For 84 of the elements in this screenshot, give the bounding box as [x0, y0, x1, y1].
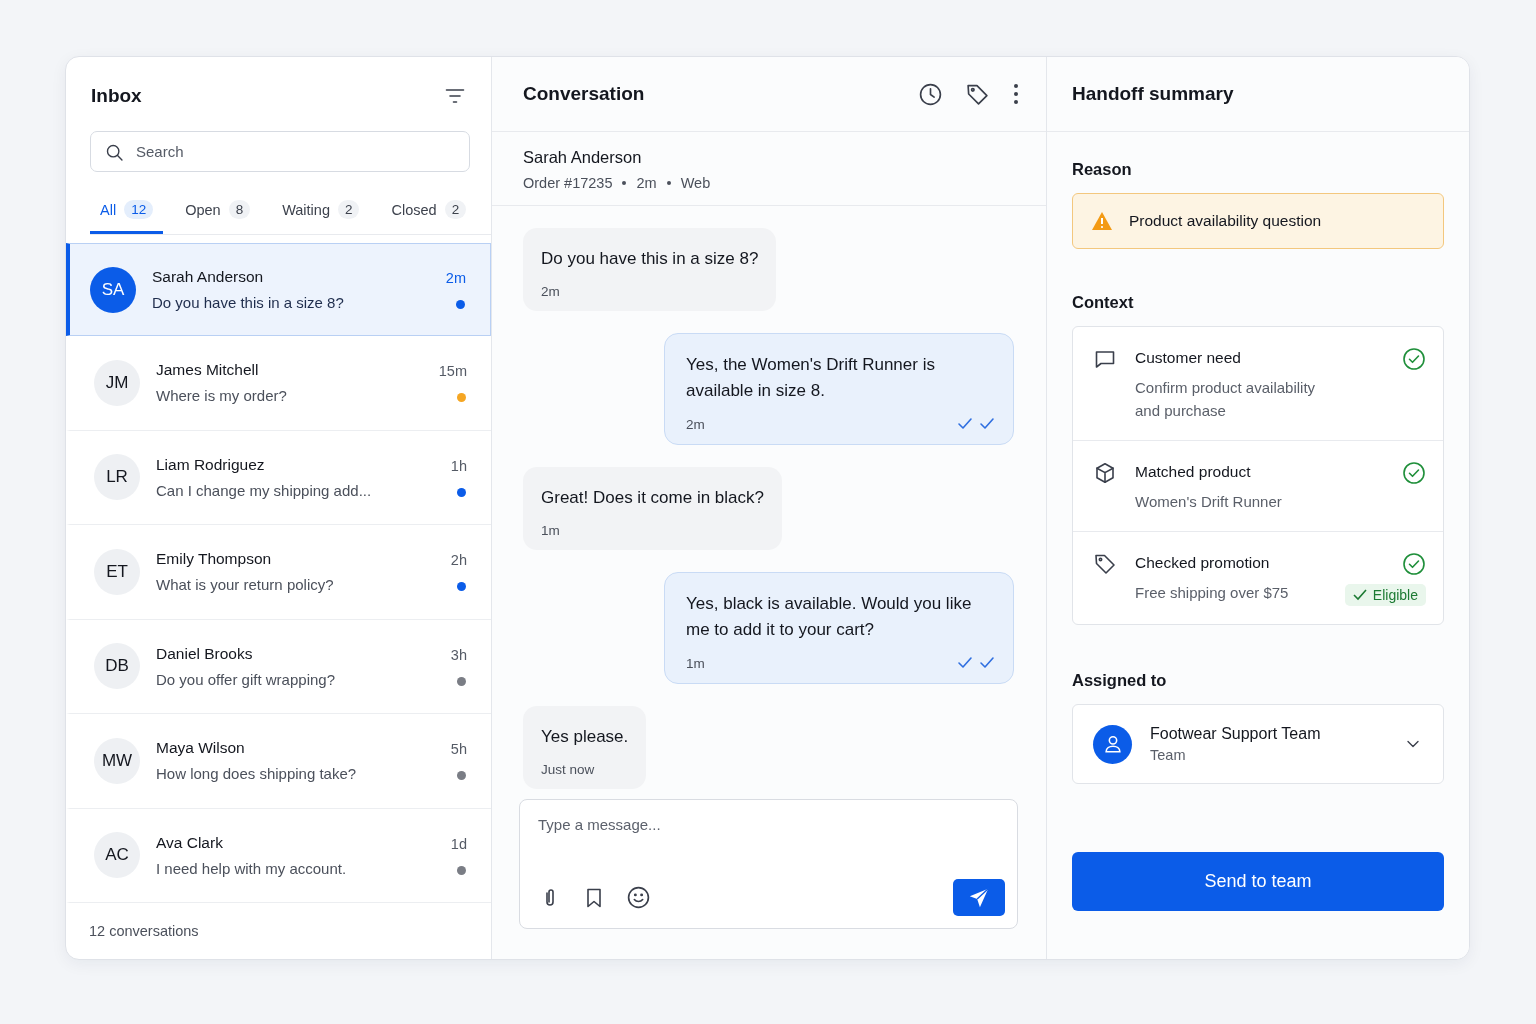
conversation-item[interactable]: ET Emily Thompson What is your return policy? 2h	[66, 525, 491, 620]
message-time: 2m	[541, 284, 560, 299]
double-check-icon	[957, 655, 995, 671]
context-title: Matched product	[1135, 463, 1252, 481]
context-detail: Free shipping over $75	[1135, 583, 1290, 603]
search-field[interactable]: Search	[90, 131, 470, 172]
filter-tab[interactable]: Closed 2	[381, 194, 477, 234]
context-title: Checked promotion	[1135, 554, 1271, 572]
contact-name: Liam Rodriguez	[156, 455, 266, 474]
conversation-item[interactable]: SA Sarah Anderson Do you have this in a size 8? 2m	[66, 243, 491, 336]
context-title: Customer need	[1135, 349, 1242, 367]
message-preview: Do you have this in a size 8?	[152, 294, 345, 311]
message-time: Just now	[541, 762, 595, 777]
message-text: Great! Does it come in black?	[541, 487, 764, 509]
message-field[interactable]: Type a message...	[536, 814, 1005, 879]
timestamp: 2m	[445, 270, 466, 286]
conversation-item[interactable]: AC Ava Clark I need help with my account. 1d	[66, 808, 491, 903]
message-composer[interactable]: Type a message...	[519, 799, 1018, 929]
message-text: Yes, the Women's Drift Runner is available in size 8.	[686, 354, 936, 402]
contact-name: Emily Thompson	[156, 550, 273, 569]
contact-name: Maya Wilson	[156, 739, 246, 758]
message-preview: What is your return policy?	[156, 576, 335, 594]
filter-tab[interactable]: Waiting 2	[272, 194, 370, 234]
panel-title: Handoff summary	[1072, 83, 1234, 105]
contact-name: James Mitchell	[156, 361, 260, 380]
avatar: AC	[94, 832, 140, 879]
assignee-select[interactable]: Footwear Support Team Team	[1072, 704, 1444, 784]
contact-name: Ava Clark	[156, 833, 224, 852]
eligible-badge: Eligible	[1344, 584, 1426, 606]
message-text: Yes, black is available. Would you like me to add it to your cart?	[686, 593, 973, 641]
avatar: ET	[94, 548, 140, 595]
contact-name: Sarah Anderson	[152, 268, 265, 286]
timestamp: 2h	[450, 552, 467, 569]
contact-name: Daniel Brooks	[156, 644, 254, 663]
message-text: Do you have this in a size 8?	[541, 248, 759, 270]
conversation-item[interactable]: DB Daniel Brooks Do you offer gift wrapping? 3h	[66, 619, 491, 714]
channel-label: Web	[680, 175, 711, 191]
order-number: Order #17235	[523, 175, 613, 191]
cube-icon	[1093, 461, 1117, 485]
section-heading: Assigned to	[1072, 671, 1168, 690]
conversation-count: 12 conversations	[88, 922, 200, 941]
contact-name: Sarah Anderson	[523, 148, 643, 167]
message-preview: How long does shipping take?	[156, 765, 358, 783]
context-detail: Women's Drift Runner	[1135, 492, 1283, 512]
filter-tab[interactable]: All 12	[90, 194, 164, 234]
send-to-team-button[interactable]: Send to team	[1072, 852, 1444, 911]
message-time: 2m	[686, 416, 705, 432]
conversation-item[interactable]: JM James Mitchell Where is my order? 15m	[66, 336, 491, 431]
message-preview: Where is my order?	[156, 387, 288, 405]
clock-icon[interactable]	[918, 81, 943, 107]
avatar: LR	[94, 454, 140, 501]
message-text: Yes please.	[541, 726, 629, 748]
timestamp: 15m	[438, 363, 467, 380]
message-preview: I need help with my account.	[156, 859, 348, 877]
double-check-icon	[957, 416, 995, 432]
section-heading: Context	[1072, 293, 1135, 312]
filter-tab[interactable]: Open 8	[175, 194, 261, 234]
timestamp: 1d	[450, 835, 467, 852]
smiley-icon[interactable]	[626, 885, 651, 910]
timestamp: 5h	[450, 741, 467, 758]
conversation-item[interactable]: MW Maya Wilson How long does shipping take? 5h	[66, 714, 491, 809]
timestamp: 3h	[450, 646, 467, 663]
timestamp: 1h	[450, 457, 467, 474]
section-heading: Reason	[1072, 160, 1133, 179]
avatar: MW	[94, 737, 140, 784]
send-button[interactable]	[953, 879, 1005, 916]
tag-icon	[1093, 552, 1117, 576]
avatar: JM	[94, 359, 140, 406]
more-icon[interactable]	[1012, 82, 1020, 106]
message-time: 1m	[686, 655, 705, 671]
reason-text: Product availability question	[1129, 212, 1322, 230]
conversation-item[interactable]: LR Liam Rodriguez Can I change my shipping add... 1h	[66, 430, 491, 525]
send-icon	[968, 886, 990, 909]
message-preview: Do you offer gift wrapping?	[156, 670, 336, 688]
avatar: SA	[90, 266, 136, 313]
message-time: 1m	[541, 523, 560, 538]
panel-title: Conversation	[523, 83, 646, 105]
context-detail: Confirm product availability and purchase	[1135, 378, 1317, 421]
panel-title: Inbox	[91, 85, 142, 108]
avatar: DB	[94, 643, 140, 690]
message-preview: Can I change my shipping add...	[156, 481, 373, 499]
timestamp: 2m	[636, 175, 657, 191]
user-icon	[1093, 724, 1132, 764]
warning-icon	[1091, 211, 1113, 231]
